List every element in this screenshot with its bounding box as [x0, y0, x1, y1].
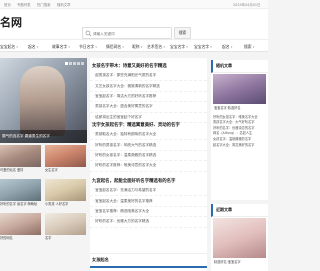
chevron-down-icon: ▾: [210, 45, 212, 49]
list-item[interactable]: 男孩取名大全：独特有韵味的名字大全: [90, 130, 207, 141]
search-input[interactable]: [93, 30, 171, 37]
banner-dot[interactable]: [77, 62, 80, 65]
chevron-down-icon: ▾: [36, 45, 39, 49]
list-item[interactable]: 宝宝起名名字：充满活力与希望的名字: [90, 186, 207, 197]
list-item[interactable]: 宝宝起名字：简洁大方的好听名字推荐: [90, 92, 207, 103]
list-item[interactable]: 男孩名字大全：蕴含美好寓意的名字: [90, 102, 207, 113]
list-item[interactable]: 宝宝起名大全：温柔美好的名字推荐: [90, 196, 207, 207]
search-icon: [85, 30, 92, 37]
left-column: 霸气的连名字·霸道男生的名字 可爱的仙名 爱情 女生名字 好听的名字 最名字 萌…: [0, 58, 87, 271]
list-item[interactable]: 起男孩名字：那些充满阳光气质的名字: [90, 71, 207, 82]
thumb-card[interactable]: 可爱的仙名 爱情: [0, 145, 41, 177]
search-button[interactable]: 搜索: [174, 27, 191, 39]
banner-image: [20, 66, 65, 136]
thumb-card[interactable]: 小男孩 人好名字: [45, 179, 86, 211]
nav-item-art-signature[interactable]: 艺术签名 ▾: [147, 44, 165, 50]
article-list: 起男孩名字：那些充满阳光气质的名字 文艺女孩名字大全：雅致清新的名字精选 宝宝起…: [90, 71, 207, 123]
thumb-caption[interactable]: 好的网名: [0, 236, 41, 240]
list-item[interactable]: 文艺女孩名字大全：雅致清新的名字精选: [90, 81, 207, 92]
thumb-card[interactable]: 女生名字: [45, 145, 86, 177]
sidebar-image[interactable]: [213, 74, 266, 104]
featured-banner[interactable]: 霸气的连名字·霸道男生的名字: [0, 58, 87, 143]
random-articles-panel: 随机文章 宝宝名字·精选好名 好听的女孩名字：唯美名字大全 男孩名字大全：大气好…: [211, 60, 268, 200]
list-item[interactable]: 好听的男孩名字：响亮大气的名字精选: [90, 140, 207, 151]
banner-dot[interactable]: [69, 62, 72, 65]
nav-item-naming-2[interactable]: 起名 ▾: [222, 44, 232, 50]
thumb-caption[interactable]: 可爱的仙名 爱情: [0, 168, 41, 172]
article-list: 宝宝起名名字：充满活力与希望的名字 宝宝起名大全：温柔美好的名字推荐 宝宝名字推…: [90, 186, 207, 228]
search-box: [82, 27, 172, 39]
list-item[interactable]: 好听的名字推荐：唯美诗意的名字大全: [90, 161, 207, 172]
section-headline[interactable]: 沈字女孩起名字：精选寓意美好、灵动的名字: [90, 119, 207, 130]
chevron-down-icon: ▾: [140, 45, 143, 49]
list-item[interactable]: 好听的女孩名字：温柔典雅的名字精选: [90, 151, 207, 162]
thumb-caption[interactable]: 好听的名字 最名字 萌萌哒: [0, 202, 41, 206]
header: 名网 搜索: [0, 9, 268, 39]
thumb-card[interactable]: 名字: [45, 213, 86, 245]
thumb-image: [45, 145, 86, 167]
thumb-image: [0, 213, 41, 235]
article-section: 沈字女孩起名字：精选寓意美好、灵动的名字 男孩取名大全：独特有韵味的名字大全 好…: [90, 119, 207, 172]
nav-item-nickname[interactable]: 昵称 ▾: [132, 44, 142, 50]
article-section: 女孩名字带木：诗意又美好的名字精选 起男孩名字：那些充满阳光气质的名字 文艺女孩…: [90, 60, 207, 123]
chevron-down-icon: ▾: [230, 45, 233, 49]
sidebar-image[interactable]: [213, 218, 266, 258]
panel-title: 近期文章: [211, 204, 268, 217]
section-headline[interactable]: 女孩名字带木：诗意又美好的名字精选: [90, 60, 207, 71]
nav-item-baby-naming[interactable]: 宝宝起名 ▾: [0, 44, 18, 50]
article-list-column: 女孩名字带木：诗意又美好的名字精选 起男孩名字：那些充满阳光气质的名字 文艺女孩…: [90, 58, 207, 271]
thumb-caption[interactable]: 小男孩 人好名字: [45, 202, 86, 206]
thumb-caption[interactable]: 名字: [45, 236, 86, 240]
sidebar-list: 好听的女孩名字：唯美名字大全 男孩名字大全：大气好听名字 好听的名字：优雅诗意的…: [213, 114, 267, 148]
sidebar-caption[interactable]: 宝宝名字·精选好名: [214, 106, 266, 110]
nav-item-search[interactable]: 搜索 ▾: [244, 44, 254, 50]
topbar-link-random[interactable]: 随机文章: [57, 2, 71, 7]
thumb-image: [45, 213, 86, 235]
thumb-image: [0, 179, 41, 201]
nav-item-couple-names[interactable]: 情侣网名 ▾: [106, 44, 124, 50]
thumb-card[interactable]: 好的网名: [0, 213, 41, 245]
nav-item-holiday-names[interactable]: 节日名字 ▾: [79, 44, 97, 50]
topbar-link-hot-search[interactable]: 热门搜索: [37, 2, 51, 7]
chevron-down-icon: ▾: [122, 45, 124, 49]
chevron-down-icon: ▾: [95, 45, 97, 49]
topbar-link-home[interactable]: 首页: [4, 2, 11, 7]
nav-item-baby-names-2[interactable]: 宝宝名字 ▾: [194, 44, 212, 50]
topbar-date: 2025年04月01日: [233, 3, 261, 7]
site-logo[interactable]: 名网: [0, 14, 22, 30]
thumb-image: [45, 179, 86, 201]
thumb-caption[interactable]: 女生名字: [45, 168, 86, 172]
nav-item-naming[interactable]: 起名 ▾: [28, 44, 38, 50]
list-item[interactable]: 起名字大全：寓意美好的名字: [213, 142, 267, 148]
banner-dot[interactable]: [81, 62, 84, 65]
sidebar-caption[interactable]: 精选好名·宝宝名字: [214, 260, 266, 264]
section-title-girl-naming: 女孩起名: [90, 253, 207, 268]
chevron-down-icon: ▾: [68, 45, 70, 49]
banner-dot[interactable]: [65, 62, 68, 65]
banner-pagination: [65, 62, 84, 65]
sidebar: 随机文章 宝宝名字·精选好名 好听的女孩名字：唯美名字大全 男孩名字大全：大气好…: [211, 58, 268, 271]
list-item[interactable]: 好听的名字：优雅大方的名字精选: [90, 217, 207, 228]
nav-item-story-names[interactable]: 故事名字 ▾: [52, 44, 70, 50]
top-bar: 首页 专题列表 热门搜索 随机文章 2025年04月01日: [0, 0, 268, 9]
nav-item-baby-names[interactable]: 宝宝名字 ▾: [170, 44, 188, 50]
article-section: 九宫起名，起能全面好听名字精选有的名字 宝宝起名名字：充满活力与希望的名字 宝宝…: [90, 175, 207, 228]
list-item[interactable]: 宝宝名字推荐：精选唯美名字大全: [90, 207, 207, 218]
chevron-down-icon: ▾: [252, 45, 255, 49]
panel-title: 随机文章: [211, 60, 268, 73]
chevron-down-icon: ▾: [163, 45, 165, 49]
topbar-link-topics[interactable]: 专题列表: [17, 2, 31, 7]
main-nav: 宝宝起名 ▾ 起名 ▾ 故事名字 ▾ 节日名字 ▾ 情侣网名 ▾ 昵称 ▾ 艺术…: [0, 39, 268, 52]
chevron-down-icon: ▾: [186, 45, 188, 49]
chevron-down-icon: ▾: [16, 45, 18, 49]
article-list: 男孩取名大全：独特有韵味的名字大全 好听的男孩名字：响亮大气的名字精选 好听的女…: [90, 130, 207, 172]
thumb-image: [0, 145, 41, 167]
recent-articles-panel: 近期文章 精选好名·宝宝名字: [211, 204, 268, 271]
banner-dot[interactable]: [73, 62, 76, 65]
thumb-card[interactable]: 好听的名字 最名字 萌萌哒: [0, 179, 41, 211]
banner-caption[interactable]: 霸气的连名字·霸道男生的名字: [2, 134, 50, 139]
section-headline[interactable]: 九宫起名，起能全面好听名字精选有的名字: [90, 175, 207, 186]
